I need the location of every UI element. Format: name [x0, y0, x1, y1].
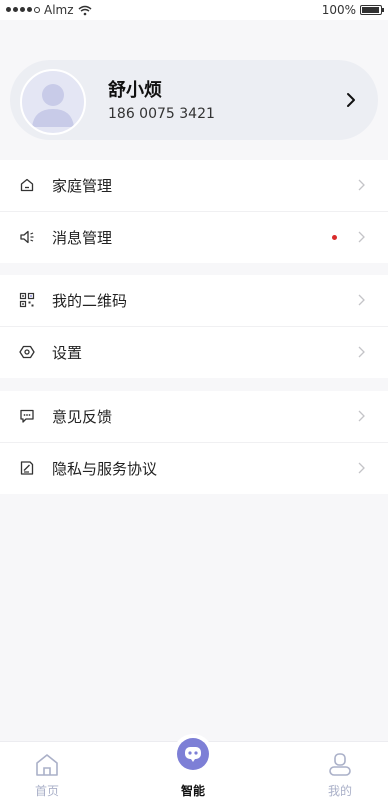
menu-item-message-management[interactable]: 消息管理	[0, 212, 388, 263]
feedback-icon	[20, 409, 34, 423]
tab-smart-label-wrap[interactable]: 智能	[153, 742, 233, 801]
chevron-right-icon	[358, 294, 365, 306]
battery-percent: 100%	[321, 3, 356, 17]
menu-item-label: 意见反馈	[52, 408, 113, 426]
unread-badge	[332, 235, 337, 240]
menu-item-my-qrcode[interactable]: 我的二维码	[0, 275, 388, 327]
chevron-right-icon	[358, 410, 365, 422]
qrcode-icon	[19, 292, 35, 308]
chevron-right-icon	[358, 179, 365, 191]
menu-item-label: 家庭管理	[52, 177, 113, 195]
menu-item-settings[interactable]: 设置	[0, 327, 388, 378]
tab-mine[interactable]: 我的	[300, 742, 380, 801]
avatar[interactable]	[20, 69, 86, 135]
status-right: 100%	[321, 3, 384, 17]
menu-item-feedback[interactable]: 意见反馈	[0, 391, 388, 443]
chevron-right-icon	[358, 231, 365, 243]
tab-label: 首页	[34, 784, 59, 798]
user-icon	[329, 753, 351, 776]
status-bar: Almz 100%	[0, 0, 388, 20]
wifi-icon	[78, 5, 92, 15]
menu-group-3: 意见反馈 隐私与服务协议	[0, 391, 388, 494]
status-left: Almz	[6, 3, 92, 17]
tab-label: 我的	[327, 784, 352, 798]
user-avatar-icon	[32, 84, 74, 127]
agreement-icon	[20, 461, 34, 475]
carrier-name: Almz	[44, 3, 74, 17]
tab-bar: 首页 智能 我的	[0, 734, 388, 801]
chevron-right-icon	[358, 346, 365, 358]
profile-phone: 186 0075 3421	[108, 106, 215, 122]
tab-label: 智能	[180, 784, 205, 798]
menu-item-family-management[interactable]: 家庭管理	[0, 160, 388, 212]
chevron-right-icon	[358, 462, 365, 474]
profile-name: 舒小烦	[108, 80, 162, 101]
signal-icon	[6, 7, 40, 13]
speaker-icon	[20, 230, 34, 244]
menu-item-privacy-agreement[interactable]: 隐私与服务协议	[0, 443, 388, 494]
battery-icon	[360, 5, 384, 15]
tab-home[interactable]: 首页	[7, 742, 87, 801]
menu-item-label: 设置	[52, 344, 83, 362]
settings-icon	[19, 345, 35, 359]
menu-group-1: 家庭管理 消息管理	[0, 160, 388, 263]
chevron-right-icon[interactable]	[344, 90, 358, 110]
home-icon	[36, 754, 58, 776]
menu-item-label: 我的二维码	[52, 292, 128, 310]
menu-item-label: 消息管理	[52, 229, 113, 247]
menu-group-2: 我的二维码 设置	[0, 275, 388, 378]
home-icon	[20, 178, 34, 192]
profile-card[interactable]: 舒小烦 186 0075 3421	[10, 60, 378, 140]
menu-item-label: 隐私与服务协议	[52, 460, 158, 478]
